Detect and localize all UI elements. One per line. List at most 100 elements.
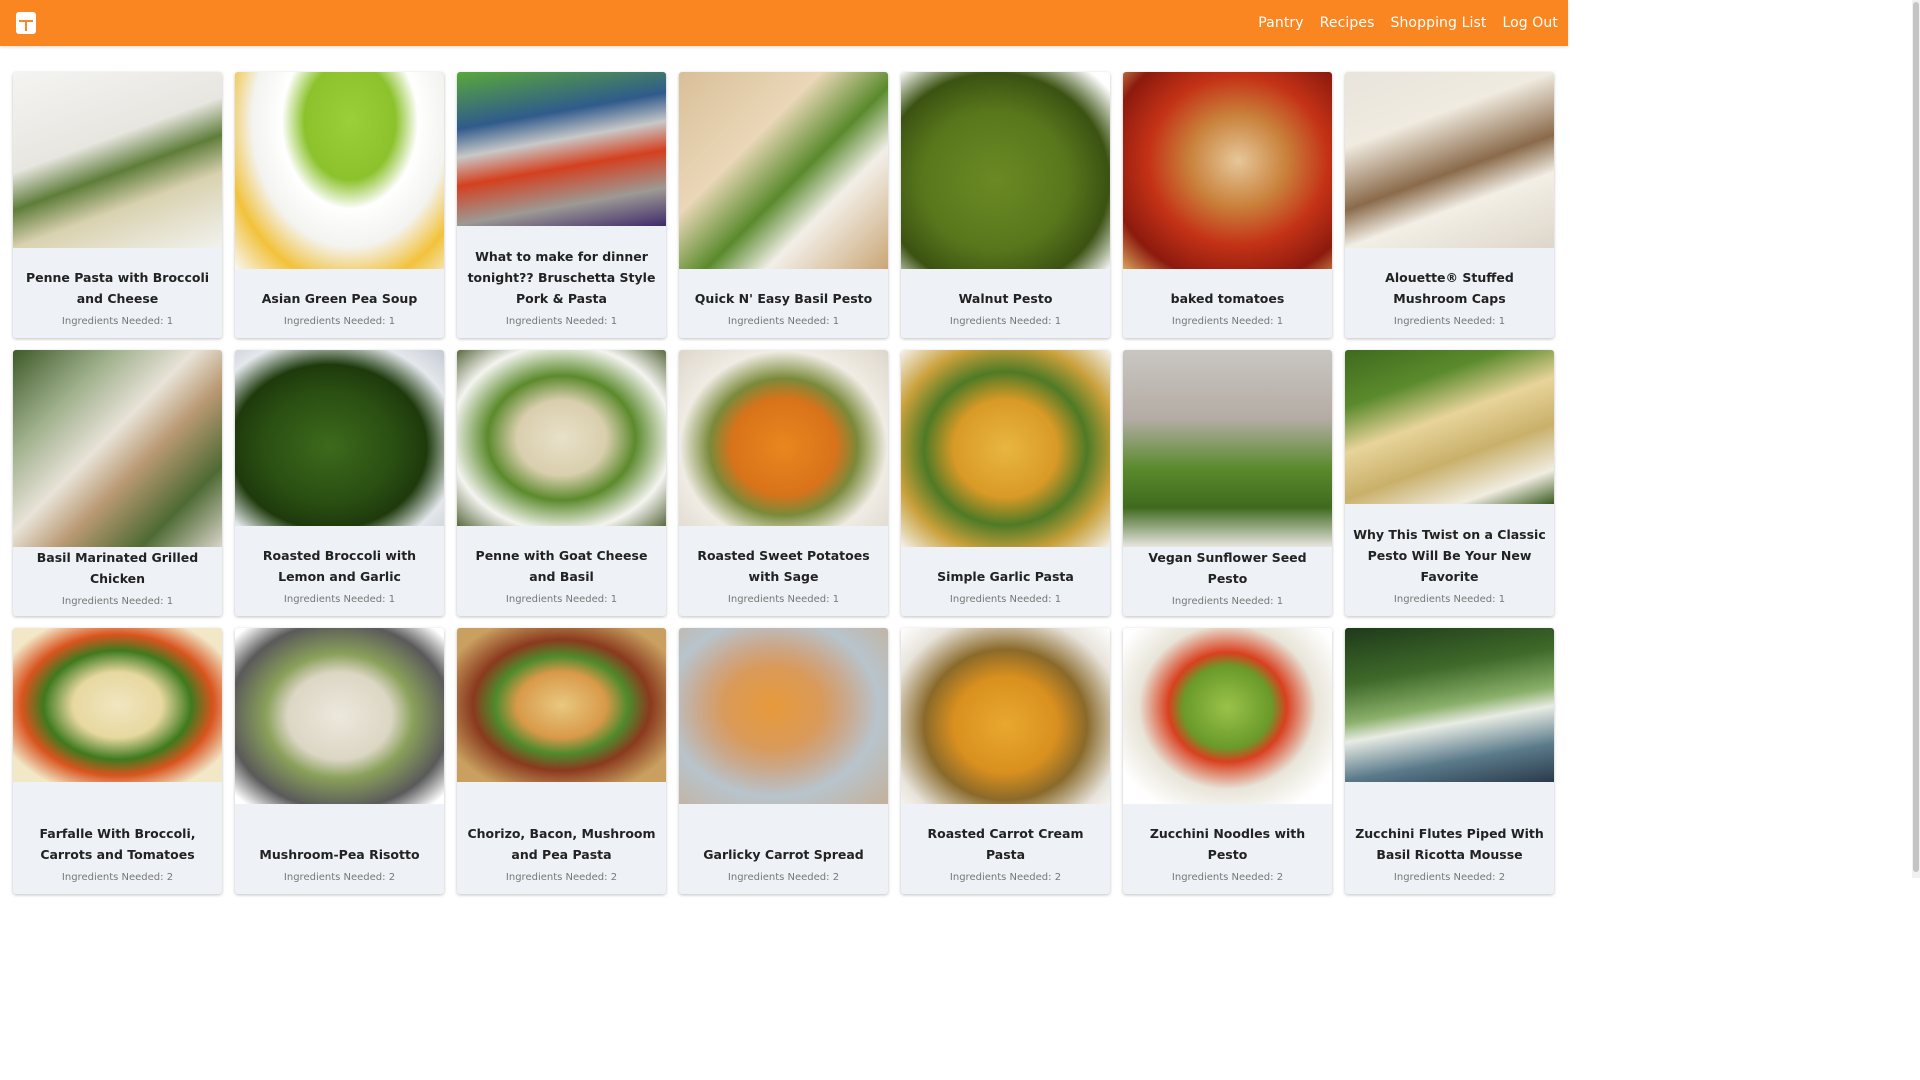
recipe-photo[interactable] [457,628,666,782]
recipe-grid: Penne Pasta with Broccoli and Cheese Ingr… [13,72,1554,894]
recipe-title[interactable]: Mushroom-Pea Risotto [259,844,419,865]
recipe-title[interactable]: Roasted Carrot Cream Pasta [909,823,1102,865]
nav-links: Pantry Recipes Shopping List Log Out [1258,15,1558,31]
recipe-photo[interactable] [457,350,666,526]
ingredients-needed-label: Ingredients Needed: 1 [61,596,174,607]
recipe-title[interactable]: Garlicky Carrot Spread [703,844,863,865]
ingredients-needed-label: Ingredients Needed: 2 [1393,872,1506,883]
recipe-photo[interactable] [901,628,1110,804]
recipe-title[interactable]: Roasted Broccoli with Lemon and Garlic [243,545,436,587]
ingredients-needed-label: Ingredients Needed: 2 [949,872,1062,883]
recipe-photo[interactable] [1123,72,1332,269]
recipe-card-body: Simple Garlic Pasta Ingredients Needed: 1 [901,547,1110,616]
recipe-card-body: Garlicky Carrot Spread Ingredients Needed… [679,804,888,894]
recipe-card[interactable]: Walnut Pesto Ingredients Needed: 1 [901,72,1110,338]
scrollbar-thumb[interactable] [1913,2,1919,872]
recipe-photo[interactable] [1345,72,1554,248]
recipe-photo[interactable] [457,72,666,226]
ingredients-needed-label: Ingredients Needed: 2 [1171,872,1284,883]
recipe-card[interactable]: What to make for dinner tonight?? Brusch… [457,72,666,338]
recipe-card[interactable]: Penne with Goat Cheese and Basil Ingredie… [457,350,666,616]
ingredients-needed-label: Ingredients Needed: 1 [727,316,840,327]
nav-link-recipes[interactable]: Recipes [1320,15,1375,31]
recipe-card[interactable]: Why This Twist on a Classic Pesto Will B… [1345,350,1554,616]
nav-link-pantry[interactable]: Pantry [1258,15,1303,31]
recipe-title[interactable]: Simple Garlic Pasta [937,566,1074,587]
ingredients-needed-label: Ingredients Needed: 1 [949,316,1062,327]
recipe-card-body: Why This Twist on a Classic Pesto Will B… [1345,504,1554,616]
recipe-photo[interactable] [235,628,444,804]
ingredients-needed-label: Ingredients Needed: 2 [283,872,396,883]
ingredients-needed-label: Ingredients Needed: 2 [505,872,618,883]
nav-link-log-out[interactable]: Log Out [1502,15,1558,31]
ingredients-needed-label: Ingredients Needed: 1 [1393,594,1506,605]
pantry-grid-icon[interactable] [16,12,36,34]
ingredients-needed-label: Ingredients Needed: 1 [61,316,174,327]
recipe-photo[interactable] [13,628,222,782]
recipe-card-body: Chorizo, Bacon, Mushroom and Pea Pasta In… [457,782,666,894]
recipe-card[interactable]: Roasted Sweet Potatoes with Sage Ingredie… [679,350,888,616]
recipe-photo[interactable] [1123,628,1332,804]
recipe-card[interactable]: Garlicky Carrot Spread Ingredients Needed… [679,628,888,894]
ingredients-needed-label: Ingredients Needed: 1 [283,316,396,327]
recipe-photo[interactable] [679,72,888,269]
recipe-photo[interactable] [235,72,444,269]
recipe-card[interactable]: Quick N' Easy Basil Pesto Ingredients Nee… [679,72,888,338]
recipe-photo[interactable] [13,72,222,248]
recipe-card[interactable]: Alouette® Stuffed Mushroom Caps Ingredien… [1345,72,1554,338]
recipe-photo[interactable] [1345,628,1554,782]
vertical-scrollbar[interactable] [1912,0,1920,878]
recipe-card-body: Alouette® Stuffed Mushroom Caps Ingredien… [1345,248,1554,338]
recipe-title[interactable]: Basil Marinated Grilled Chicken [21,547,214,589]
recipe-card-body: baked tomatoes Ingredients Needed: 1 [1123,269,1332,338]
recipe-card[interactable]: Simple Garlic Pasta Ingredients Needed: 1 [901,350,1110,616]
recipe-card[interactable]: Basil Marinated Grilled Chicken Ingredien… [13,350,222,616]
recipe-title[interactable]: Penne with Goat Cheese and Basil [465,545,658,587]
recipe-card-body: Asian Green Pea Soup Ingredients Needed: … [235,269,444,338]
recipe-card[interactable]: Zucchini Noodles with Pesto Ingredients N… [1123,628,1332,894]
recipe-title[interactable]: Walnut Pesto [959,288,1053,309]
recipe-title[interactable]: Quick N' Easy Basil Pesto [695,288,872,309]
recipe-card-body: Walnut Pesto Ingredients Needed: 1 [901,269,1110,338]
recipe-title[interactable]: Alouette® Stuffed Mushroom Caps [1353,267,1546,309]
top-navbar: Pantry Recipes Shopping List Log Out [0,0,1568,46]
recipe-photo[interactable] [901,72,1110,269]
recipe-title[interactable]: Penne Pasta with Broccoli and Cheese [21,267,214,309]
recipe-card[interactable]: Roasted Carrot Cream Pasta Ingredients Ne… [901,628,1110,894]
recipe-card[interactable]: Chorizo, Bacon, Mushroom and Pea Pasta In… [457,628,666,894]
recipe-title[interactable]: Zucchini Flutes Piped With Basil Ricotta… [1353,823,1546,865]
recipe-photo[interactable] [1345,350,1554,504]
recipe-photo[interactable] [679,628,888,804]
recipe-title[interactable]: Roasted Sweet Potatoes with Sage [687,545,880,587]
recipe-card[interactable]: Zucchini Flutes Piped With Basil Ricotta… [1345,628,1554,894]
recipe-card[interactable]: Roasted Broccoli with Lemon and Garlic In… [235,350,444,616]
ingredients-needed-label: Ingredients Needed: 2 [61,872,174,883]
recipe-title[interactable]: baked tomatoes [1171,288,1285,309]
recipe-photo[interactable] [901,350,1110,547]
recipe-card-body: Penne Pasta with Broccoli and Cheese Ingr… [13,248,222,338]
recipe-photo[interactable] [13,350,222,547]
recipe-card-body: Zucchini Flutes Piped With Basil Ricotta… [1345,782,1554,894]
recipe-card[interactable]: Vegan Sunflower Seed Pesto Ingredients Ne… [1123,350,1332,616]
ingredients-needed-label: Ingredients Needed: 1 [283,594,396,605]
recipe-card[interactable]: Penne Pasta with Broccoli and Cheese Ingr… [13,72,222,338]
recipe-photo[interactable] [679,350,888,526]
recipe-title[interactable]: Chorizo, Bacon, Mushroom and Pea Pasta [465,823,658,865]
recipe-card[interactable]: Mushroom-Pea Risotto Ingredients Needed: … [235,628,444,894]
recipe-title[interactable]: Farfalle With Broccoli, Carrots and Toma… [21,823,214,865]
recipe-title[interactable]: What to make for dinner tonight?? Brusch… [465,246,658,309]
recipe-card[interactable]: Farfalle With Broccoli, Carrots and Toma… [13,628,222,894]
ingredients-needed-label: Ingredients Needed: 1 [949,594,1062,605]
recipe-card-body: Basil Marinated Grilled Chicken Ingredien… [13,547,222,616]
recipe-photo[interactable] [1123,350,1332,547]
recipe-title[interactable]: Vegan Sunflower Seed Pesto [1131,547,1324,589]
recipe-card[interactable]: baked tomatoes Ingredients Needed: 1 [1123,72,1332,338]
ingredients-needed-label: Ingredients Needed: 1 [505,594,618,605]
recipe-title[interactable]: Zucchini Noodles with Pesto [1131,823,1324,865]
nav-link-shopping-list[interactable]: Shopping List [1390,15,1486,31]
recipe-title[interactable]: Asian Green Pea Soup [262,288,418,309]
recipe-title[interactable]: Why This Twist on a Classic Pesto Will B… [1353,524,1546,587]
recipe-card[interactable]: Asian Green Pea Soup Ingredients Needed: … [235,72,444,338]
recipe-photo[interactable] [235,350,444,526]
ingredients-needed-label: Ingredients Needed: 1 [727,594,840,605]
